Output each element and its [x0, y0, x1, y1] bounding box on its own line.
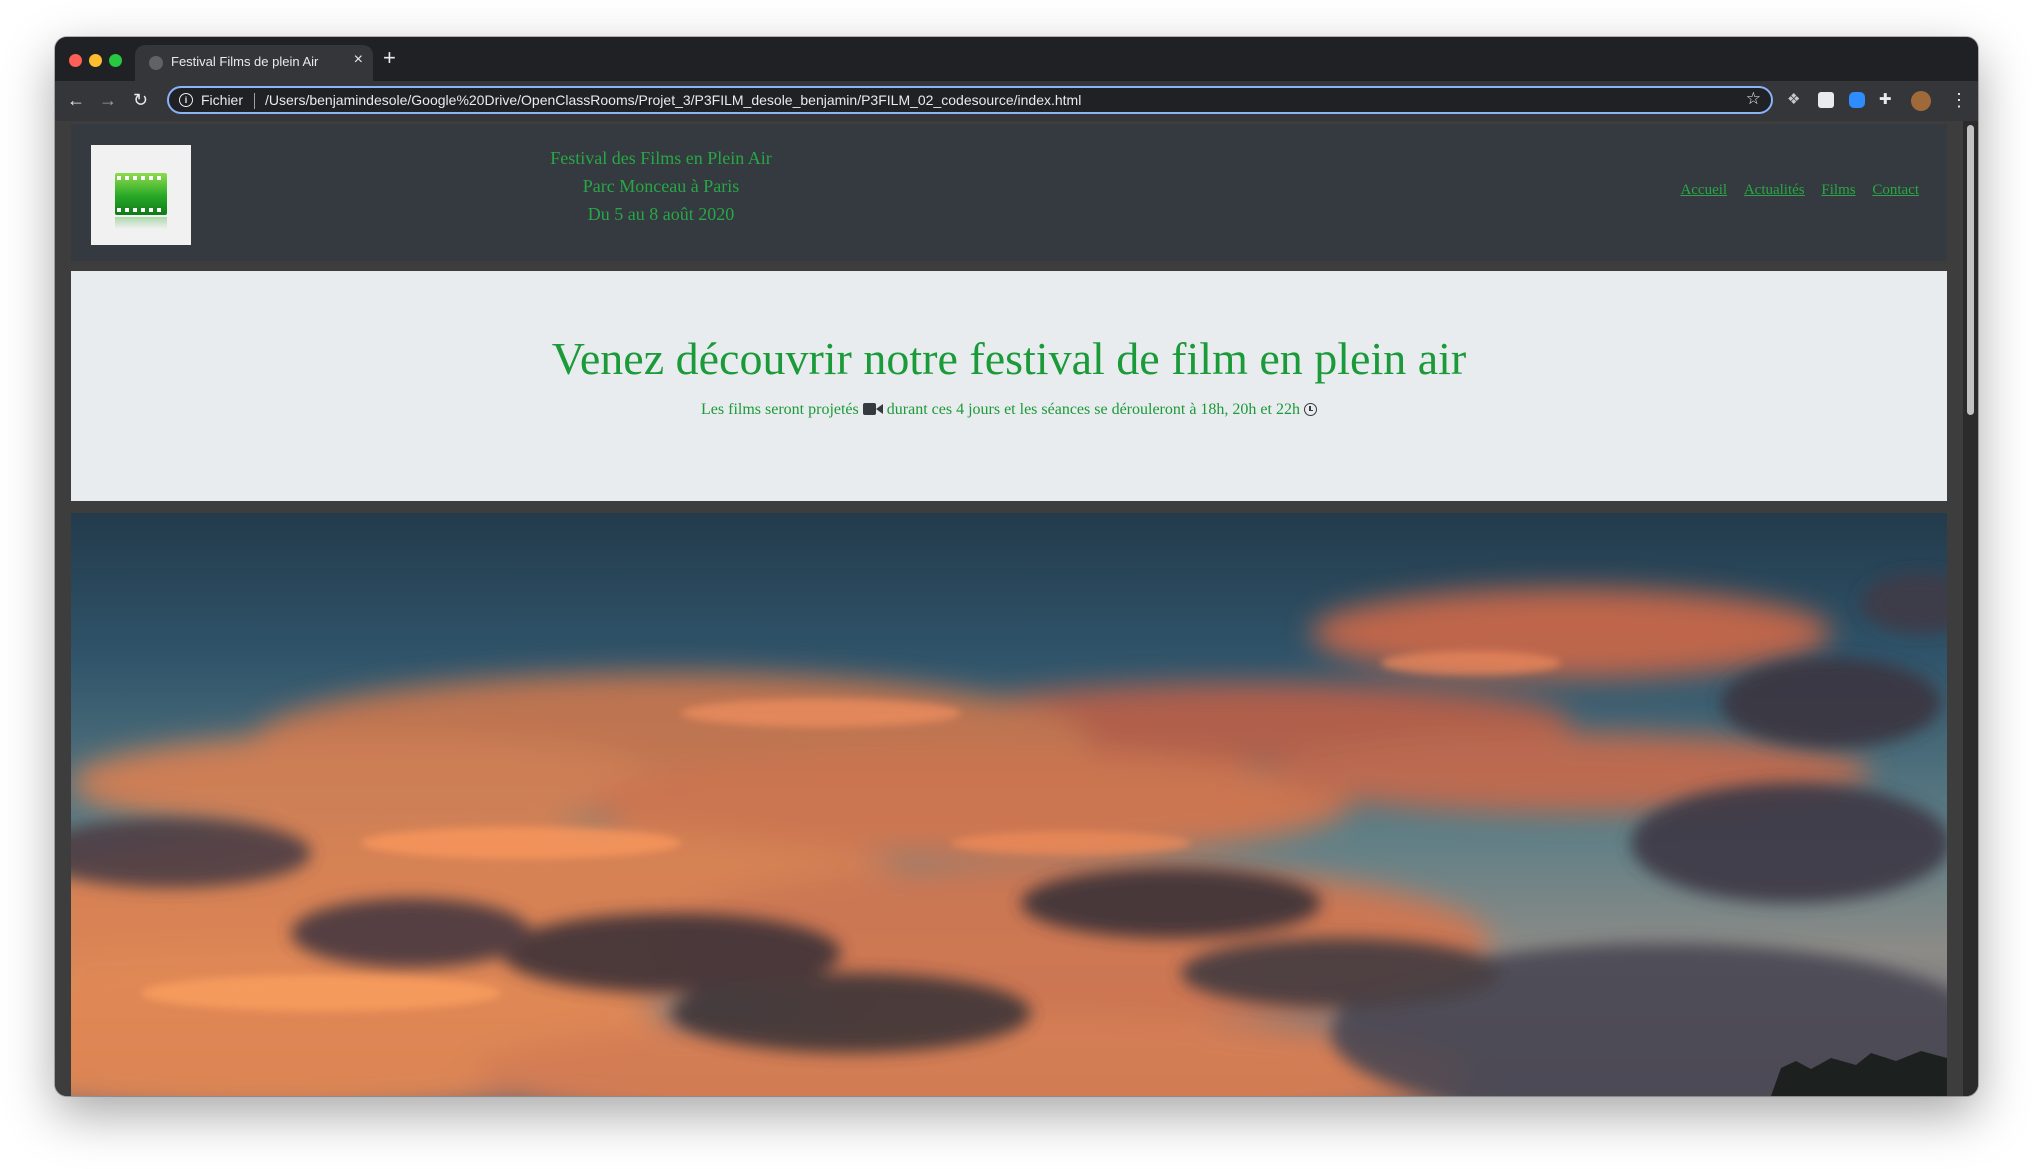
film-strip-icon — [115, 173, 167, 215]
browser-tab[interactable]: Festival Films de plein Air × — [135, 45, 373, 81]
sunset-banner-image — [71, 513, 1947, 1096]
window-minimize-button[interactable] — [89, 54, 102, 67]
bookmark-star-icon[interactable]: ☆ — [1746, 89, 1761, 109]
zoom-icon[interactable] — [1849, 92, 1865, 108]
festival-info: Festival des Films en Plein Air Parc Mon… — [451, 144, 871, 228]
nav-link-films[interactable]: Films — [1821, 182, 1855, 198]
divider — [254, 93, 255, 109]
window-maximize-button[interactable] — [109, 54, 122, 67]
hero-section: Venez découvrir notre festival de film e… — [71, 271, 1947, 501]
nav-link-actualites[interactable]: Actualités — [1744, 182, 1805, 198]
film-reflection — [115, 217, 167, 229]
address-bar[interactable]: i Fichier /Users/benjamindesole/Google%2… — [167, 86, 1773, 114]
page-viewport: Festival des Films en Plein Air Parc Mon… — [55, 121, 1978, 1096]
forward-button[interactable]: → — [99, 89, 117, 111]
festival-logo[interactable] — [91, 145, 191, 245]
avatar[interactable] — [1911, 91, 1931, 111]
browser-toolbar: ← → ↻ i Fichier /Users/benjamindesole/Go… — [55, 81, 1978, 121]
hero-subtitle-part1: Les films seront projetés — [701, 401, 859, 418]
scheme-label: Fichier — [201, 92, 244, 108]
nav-link-contact[interactable]: Contact — [1872, 182, 1919, 198]
festival-location: Parc Monceau à Paris — [582, 176, 740, 196]
nav-link-accueil[interactable]: Accueil — [1680, 182, 1727, 198]
puzzle-icon[interactable]: ✚ — [1879, 91, 1892, 109]
url-text[interactable]: /Users/benjamindesole/Google%20Drive/Ope… — [265, 92, 1081, 108]
scrollbar-thumb[interactable] — [1967, 125, 1974, 415]
reload-button[interactable]: ↻ — [133, 89, 148, 111]
festival-dates: Du 5 au 8 août 2020 — [587, 204, 735, 224]
clock-icon — [1303, 403, 1317, 416]
page-scrollbar[interactable] — [1963, 121, 1978, 1096]
new-tab-button[interactable]: + — [383, 47, 396, 69]
info-icon[interactable]: i — [179, 93, 193, 107]
tab-title: Festival Films de plein Air — [171, 54, 319, 69]
dropbox-icon[interactable]: ❖ — [1787, 91, 1800, 109]
menu-icon[interactable]: ⋮ — [1950, 89, 1968, 111]
hero-subtitle-part2: durant ces 4 jours et les séances se dér… — [886, 401, 1300, 418]
tab-close-icon[interactable]: × — [354, 51, 363, 69]
sunset-clouds — [71, 573, 1947, 1096]
main-nav: Accueil Actualités Films Contact — [1667, 182, 1919, 199]
tab-strip: Festival Films de plein Air × + — [55, 37, 1978, 81]
globe-icon — [149, 56, 163, 70]
site-header: Festival des Films en Plein Air Parc Mon… — [71, 124, 1947, 261]
video-camera-icon — [862, 402, 883, 415]
window-close-button[interactable] — [69, 54, 82, 67]
back-button[interactable]: ← — [67, 89, 85, 111]
hero-title: Venez découvrir notre festival de film e… — [551, 333, 1467, 384]
hero-subtitle: Les films seront projetés durant ces 4 j… — [71, 400, 1947, 420]
browser-window: Festival Films de plein Air × + ← → ↻ i … — [55, 37, 1978, 1096]
festival-name: Festival des Films en Plein Air — [550, 148, 772, 168]
extension-g-icon[interactable] — [1818, 92, 1834, 108]
